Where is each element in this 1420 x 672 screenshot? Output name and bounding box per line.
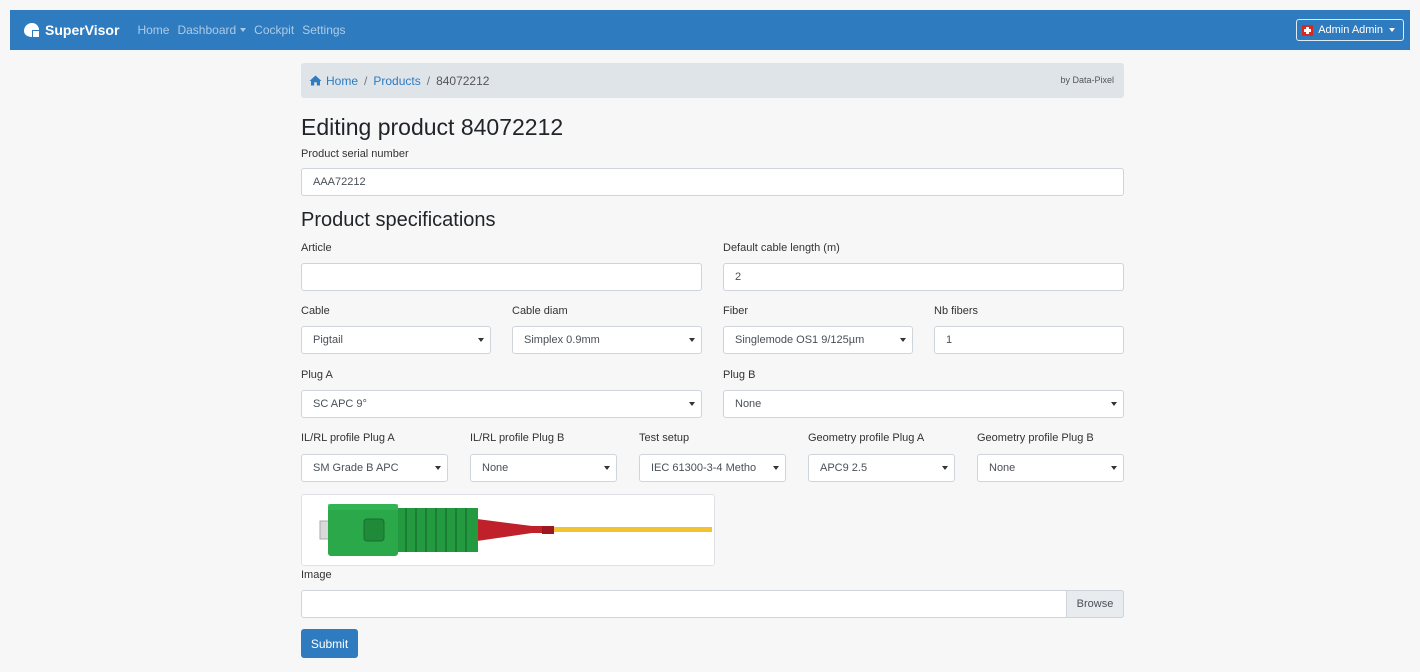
select-arrow-icon [435,466,441,470]
select-arrow-icon [900,338,906,342]
select-arrow-icon [1111,466,1117,470]
breadcrumb-separator: / [364,73,368,88]
cable-diam-value: Simplex 0.9mm [524,334,600,346]
geom-a-value: APC9 2.5 [820,462,868,474]
submit-button[interactable]: Submit [301,629,358,658]
nb-fibers-label: Nb fibers [934,305,979,317]
home-icon [309,75,322,86]
nav-links: Home Dashboard Cockpit Settings [137,23,353,37]
image-label: Image [301,569,332,581]
test-setup-select[interactable]: IEC 61300-3-4 Metho [639,454,786,482]
select-arrow-icon [689,338,695,342]
ilrl-a-select[interactable]: SM Grade B APC [301,454,448,482]
breadcrumb-home[interactable]: Home [309,74,358,88]
select-arrow-icon [773,466,779,470]
nav-settings[interactable]: Settings [302,23,345,37]
geom-a-label: Geometry profile Plug A [808,432,925,444]
nb-fibers-input[interactable]: 1 [934,326,1124,354]
breadcrumb: Home / Products / 84072212 by Data-Pixel [301,63,1124,98]
chevron-down-icon [240,28,247,32]
section-title: Product specifications [301,209,496,231]
brand-logo-icon [24,23,39,37]
geom-b-select[interactable]: None [977,454,1124,482]
nav-cockpit[interactable]: Cockpit [254,23,294,37]
browse-button[interactable]: Browse [1066,590,1124,618]
select-arrow-icon [689,402,695,406]
image-file-input[interactable]: Browse [301,590,1124,618]
plug-b-label: Plug B [723,369,756,381]
serial-label: Product serial number [301,148,409,160]
page-title: Editing product 84072212 [301,114,564,140]
credit-text: by Data-Pixel [1060,75,1114,85]
plug-b-value: None [735,398,762,410]
ilrl-b-label: IL/RL profile Plug B [470,432,565,444]
article-label: Article [301,242,332,254]
geom-b-label: Geometry profile Plug B [977,432,1094,444]
ilrl-b-value: None [482,462,509,474]
plug-b-select[interactable]: None [723,390,1124,418]
user-menu-button[interactable]: Admin Admin [1296,19,1404,41]
fiber-select[interactable]: Singlemode OS1 9/125µm [723,326,913,354]
cable-select[interactable]: Pigtail [301,326,491,354]
plug-a-value: SC APC 9° [313,398,367,410]
cable-diam-select[interactable]: Simplex 0.9mm [512,326,702,354]
fiber-label: Fiber [723,305,749,317]
top-navbar: SuperVisor Home Dashboard Cockpit Settin… [10,10,1410,50]
brand[interactable]: SuperVisor [22,22,119,38]
ilrl-b-select[interactable]: None [470,454,617,482]
ilrl-a-value: SM Grade B APC [313,462,399,474]
plug-a-label: Plug A [301,369,333,381]
fiber-value: Singlemode OS1 9/125µm [735,334,865,346]
serial-input[interactable]: AAA72212 [301,168,1124,196]
plug-a-select[interactable]: SC APC 9° [301,390,702,418]
geom-b-value: None [989,462,1016,474]
geom-a-select[interactable]: APC9 2.5 [808,454,955,482]
select-arrow-icon [478,338,484,342]
select-arrow-icon [1111,402,1117,406]
breadcrumb-separator: / [426,73,431,88]
breadcrumb-current: 84072212 [436,73,490,88]
nav-home[interactable]: Home [137,23,169,37]
nav-dashboard[interactable]: Dashboard [177,23,247,37]
test-setup-label: Test setup [639,432,690,444]
brand-name: SuperVisor [45,22,120,38]
cable-diam-label: Cable diam [512,305,568,317]
select-arrow-icon [942,466,948,470]
swiss-flag-icon [1302,24,1314,36]
nav-dashboard-label: Dashboard [177,23,237,37]
default-length-input[interactable]: 2 [723,263,1124,291]
breadcrumb-home-label: Home [326,73,359,88]
article-input[interactable] [301,263,702,291]
user-name: Admin Admin [1318,24,1383,36]
chevron-down-icon [1389,28,1395,32]
ilrl-a-label: IL/RL profile Plug A [301,432,395,444]
sc-connector-image [319,504,712,556]
cable-value: Pigtail [313,334,343,346]
product-image-preview [301,494,715,566]
select-arrow-icon [604,466,610,470]
default-length-label: Default cable length (m) [723,242,840,254]
cable-label: Cable [301,305,330,317]
test-setup-value: IEC 61300-3-4 Metho [651,462,757,474]
breadcrumb-products[interactable]: Products [373,74,420,88]
